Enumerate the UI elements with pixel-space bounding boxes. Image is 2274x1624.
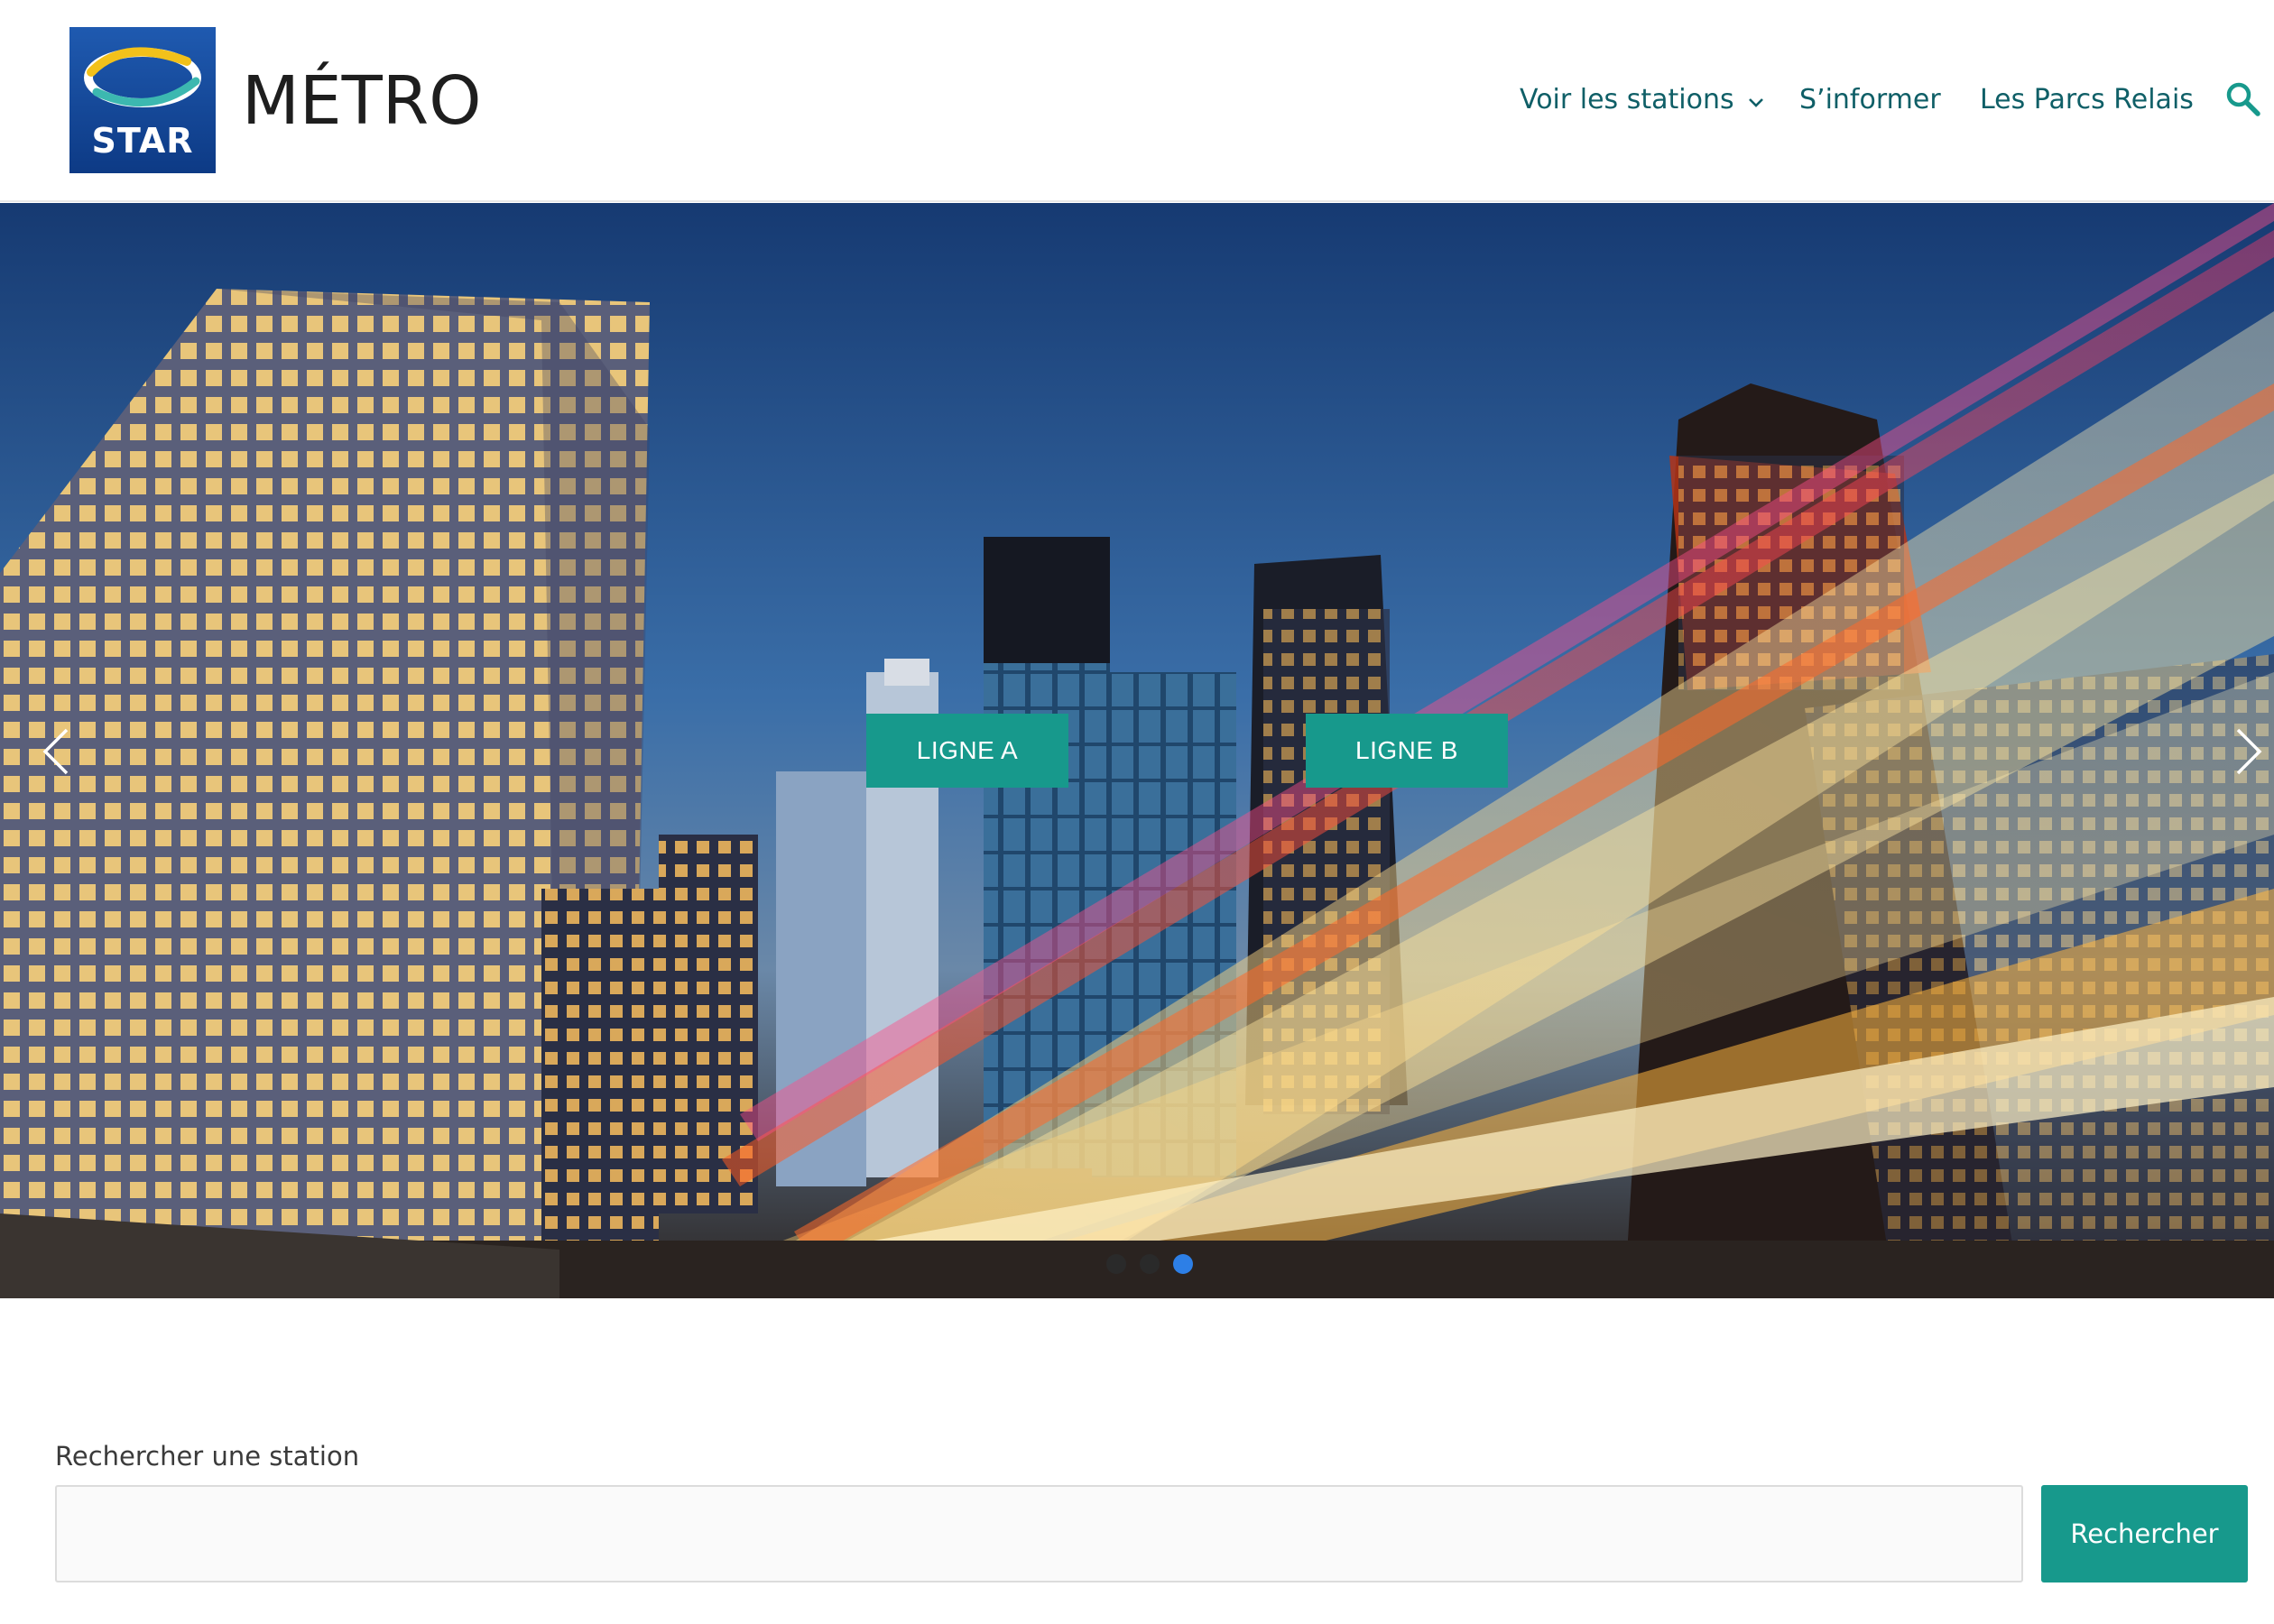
- chevron-down-icon: [1747, 78, 1765, 124]
- hero-slider: LIGNE A LIGNE B: [0, 203, 2274, 1298]
- search-submit-button[interactable]: Rechercher: [2041, 1485, 2248, 1582]
- nav-item-label: Voir les stations: [1520, 84, 1734, 115]
- ligne-a-button[interactable]: LIGNE A: [866, 714, 1068, 788]
- slider-dot-2[interactable]: [1140, 1254, 1160, 1274]
- nav-item-voir-les-stations[interactable]: Voir les stations: [1520, 78, 1765, 124]
- hero-background-image: [0, 203, 2274, 1298]
- site-title[interactable]: MÉTRO: [242, 56, 481, 146]
- nav-item-parcs-relais[interactable]: Les Parcs Relais: [1980, 78, 2194, 123]
- search-label: Rechercher une station: [55, 1441, 360, 1472]
- nav-item-s-informer[interactable]: S’informer: [1799, 78, 1941, 123]
- slider-dot-3-active[interactable]: [1173, 1254, 1193, 1274]
- nav-item-label: S’informer: [1799, 84, 1941, 115]
- search-icon[interactable]: [2225, 81, 2261, 117]
- site-header: STAR MÉTRO Voir les stations S’informer …: [0, 0, 2274, 202]
- star-logo[interactable]: STAR: [69, 27, 216, 173]
- ligne-b-button[interactable]: LIGNE B: [1306, 714, 1508, 788]
- chevron-left-icon[interactable]: [31, 724, 85, 779]
- nav-item-label: Les Parcs Relais: [1980, 84, 2194, 115]
- station-search-input[interactable]: [55, 1485, 2023, 1582]
- logo-text: STAR: [91, 121, 194, 161]
- slider-dot-1[interactable]: [1106, 1254, 1126, 1274]
- chevron-right-icon[interactable]: [2220, 724, 2274, 779]
